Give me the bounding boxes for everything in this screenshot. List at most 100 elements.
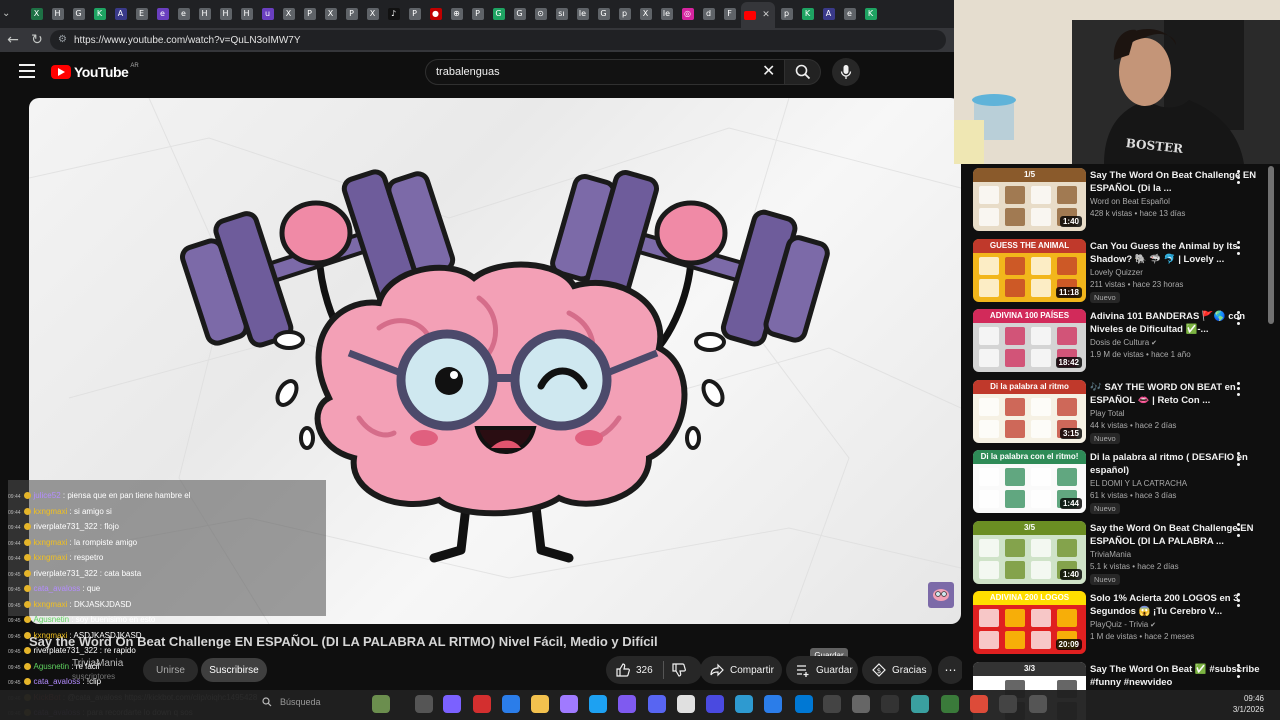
browser-icon[interactable] (941, 695, 959, 713)
tab-icon[interactable]: G (489, 5, 508, 24)
calendar-icon[interactable] (823, 695, 841, 713)
voice-search-button[interactable] (832, 58, 860, 86)
tab-icon[interactable]: d (699, 5, 718, 24)
more-vertical-icon[interactable] (1235, 593, 1241, 607)
globe-icon[interactable] (911, 695, 929, 713)
chat-username[interactable]: riverplate731_322 (34, 646, 98, 655)
tab-icon[interactable]: H (195, 5, 214, 24)
clear-search-icon[interactable]: ✕ (762, 63, 778, 79)
channel-name[interactable]: Word on Beat Español (1090, 197, 1170, 206)
tab-icon[interactable]: A (819, 5, 838, 24)
tab-icon[interactable]: le (573, 5, 592, 24)
more-vertical-icon[interactable] (1235, 381, 1241, 396)
tab-icon[interactable]: P (342, 5, 361, 24)
omnibox[interactable]: ⚙ https://www.youtube.com/watch?v=QuLN3o… (50, 30, 946, 50)
video-thumbnail[interactable]: 1/5 1:40 (973, 168, 1086, 231)
file-explorer-icon[interactable] (531, 695, 549, 713)
recommendation-channel[interactable]: Play Total (1090, 409, 1125, 418)
recommendation-channel[interactable]: PlayQuiz - Trivia ✔ (1090, 620, 1156, 629)
tab-icon[interactable]: K (861, 5, 880, 24)
edge-icon[interactable] (589, 695, 607, 713)
apps-icon[interactable] (706, 695, 724, 713)
tab-icon[interactable]: p (615, 5, 634, 24)
video-thumbnail[interactable]: ADIVINA 200 LOGOS 20:09 (973, 591, 1086, 654)
system-clock[interactable]: 09:46 3/1/2026 (1233, 693, 1264, 715)
channel-name[interactable]: Play Total (1090, 409, 1125, 418)
tab-icon[interactable]: X (363, 5, 382, 24)
tab-icon[interactable]: sı (552, 5, 571, 24)
tab-icon[interactable]: A (111, 5, 130, 24)
search-button[interactable] (785, 59, 821, 85)
tab-icon[interactable]: K (90, 5, 109, 24)
tab-icon[interactable]: u (258, 5, 277, 24)
tab-icon[interactable]: G (69, 5, 88, 24)
chat-username[interactable]: Agusnetin (34, 615, 70, 624)
save-button[interactable]: Guardar (786, 656, 858, 684)
tab-icon[interactable]: P (405, 5, 424, 24)
app-icon[interactable] (735, 695, 753, 713)
tab-icon[interactable]: e (840, 5, 859, 24)
more-vertical-icon[interactable] (1235, 452, 1241, 466)
task-view-icon[interactable] (415, 695, 433, 713)
ccleaner-icon[interactable] (677, 695, 695, 713)
tab-icon[interactable]: X (636, 5, 655, 24)
tab-icon[interactable]: H (237, 5, 256, 24)
mail-icon[interactable] (764, 695, 782, 713)
opera-icon[interactable] (473, 695, 491, 713)
instagram-icon[interactable]: ◎ (678, 5, 697, 24)
recommendation-card[interactable]: 3/5 1:40 Say the Word On Beat Challenge EN… (973, 519, 1273, 585)
widgets-icon[interactable] (372, 695, 390, 713)
more-vertical-icon[interactable] (1235, 311, 1241, 325)
chat-username[interactable]: cata_avaloss (34, 677, 81, 686)
youtube-logo[interactable]: YouTube AR (51, 63, 139, 80)
video-thumbnail[interactable]: GUESS THE ANIMAL 11:18 (973, 238, 1086, 302)
chat-username[interactable]: cata_avaloss (34, 584, 81, 593)
tab-icon[interactable]: G (510, 5, 529, 24)
active-tab[interactable]: ✕ (741, 2, 775, 28)
tab-icon[interactable]: le (657, 5, 676, 24)
taskbar-search[interactable]: Búsqueda (262, 697, 321, 707)
tab-icon[interactable]: e (174, 5, 193, 24)
tab-icon[interactable]: X (321, 5, 340, 24)
terminal-icon[interactable] (881, 695, 899, 713)
recommendation-card[interactable]: Di la palabra con el ritmo! 1:44 Di la pal… (973, 448, 1273, 514)
video-thumbnail[interactable]: ADIVINA 100 PAÍSES 18:42 (973, 309, 1086, 372)
pen-icon[interactable] (560, 695, 578, 713)
sidebar-scrollbar[interactable] (1268, 166, 1274, 324)
calculator-icon[interactable] (1029, 695, 1047, 713)
recommendation-card[interactable]: ADIVINA 200 LOGOS 20:09 Solo 1% Acierta 20… (973, 589, 1273, 655)
tab-icon[interactable]: F (720, 5, 739, 24)
thumbs-up-icon[interactable] (616, 663, 630, 677)
recommendation-card[interactable]: Di la palabra al ritmo 3:15 🎶 SAY THE WORD… (973, 378, 1273, 444)
recommendation-channel[interactable]: Lovely Quizzer (1090, 268, 1143, 277)
recommendation-channel[interactable]: EL DOMI Y LA CATRACHA (1090, 479, 1187, 488)
reload-icon[interactable]: ↻ (26, 29, 48, 51)
chat-username[interactable]: riverplate731_322 (34, 569, 98, 578)
tab-icon[interactable]: ● (426, 5, 445, 24)
recommendation-channel[interactable]: Word on Beat Español (1090, 197, 1170, 206)
chat-username[interactable]: kxngmaxi (34, 631, 68, 640)
channel-watermark[interactable] (928, 582, 954, 608)
chrome-icon[interactable] (970, 695, 988, 713)
channel-name[interactable]: TriviaMania (1090, 550, 1131, 559)
outlook-icon[interactable] (795, 695, 813, 713)
excel-icon[interactable]: X (27, 5, 46, 24)
recommendation-card[interactable]: GUESS THE ANIMAL 11:18 Can You Guess the A… (973, 237, 1273, 303)
tiktok-icon[interactable]: ♪ (384, 5, 403, 24)
more-vertical-icon[interactable] (1235, 522, 1241, 537)
tab-icon[interactable]: ⊙ (531, 5, 550, 24)
more-vertical-icon[interactable] (1235, 240, 1241, 255)
store-icon[interactable] (502, 695, 520, 713)
back-icon[interactable]: ← (2, 29, 24, 51)
channel-name[interactable]: Lovely Quizzer (1090, 268, 1143, 277)
recommendation-channel[interactable]: Dosis de Cultura ✔ (1090, 338, 1157, 347)
like-count[interactable]: 326 (636, 665, 653, 676)
tab-icon[interactable]: G (594, 5, 613, 24)
chat-username[interactable]: julice52 (34, 491, 61, 500)
thumbs-down-icon[interactable] (672, 663, 686, 677)
video-thumbnail[interactable]: 3/5 1:40 (973, 520, 1086, 584)
settings-icon[interactable] (852, 695, 870, 713)
chat-username[interactable]: kxngmaxi (34, 538, 68, 547)
recommendation-card[interactable]: ADIVINA 100 PAÍSES 18:42 Adivina 101 BANDE… (973, 307, 1273, 373)
close-tab-icon[interactable]: ✕ (760, 9, 772, 21)
